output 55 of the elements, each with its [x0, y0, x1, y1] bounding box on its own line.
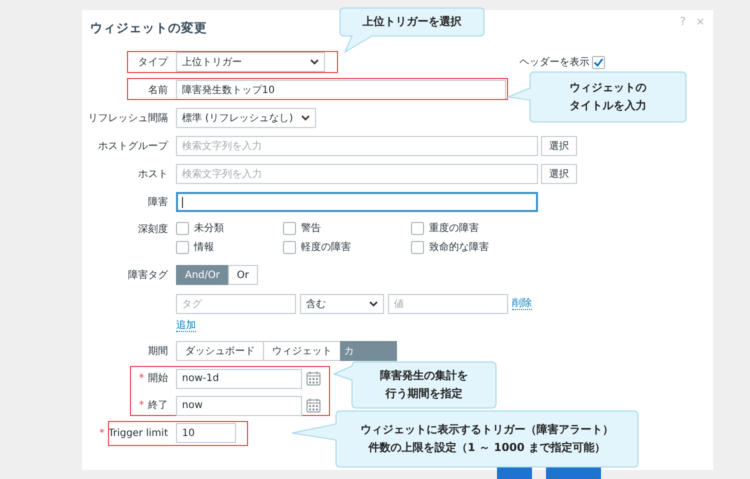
callout-text: ウィジェットに表示するトリガー（障害アラート） 件数の上限を設定（1 ～ 1000 まで指定可能） — [360, 422, 614, 456]
text-cursor — [182, 196, 183, 208]
field-label: タイプ — [138, 56, 168, 68]
field-label: 名前 — [148, 84, 168, 96]
toggle-button[interactable]: Or — [228, 265, 258, 285]
field-label: ホストグループ — [98, 140, 168, 152]
show-header-checkbox[interactable] — [592, 56, 605, 68]
field-label: Trigger limit — [108, 428, 168, 438]
callout-text: 障害発生の集計を 行う期間を指定 — [380, 368, 468, 402]
checkbox[interactable] — [176, 222, 189, 234]
field-label: 終了 — [148, 400, 168, 411]
add-link[interactable]: 追加 — [176, 320, 196, 332]
remove-link[interactable]: 削除 — [512, 298, 532, 310]
chevron-down-icon — [310, 59, 319, 65]
date-input[interactable]: now — [176, 396, 302, 416]
dialog-title: ウィジェットの変更 — [90, 18, 207, 37]
checkbox-label: 軽度の障害 — [301, 240, 351, 254]
chevron-down-icon — [369, 301, 378, 307]
checkbox-label: 未分類 — [194, 222, 224, 236]
period-tab[interactable]: ダッシュボード — [176, 341, 264, 361]
type-select[interactable]: 上位トリガー — [176, 52, 325, 72]
required-mark: * — [139, 373, 144, 384]
select-button[interactable]: 選択 — [541, 164, 577, 184]
date-input[interactable]: now-1d — [176, 368, 302, 388]
period-tab[interactable]: ウィジェット — [263, 341, 341, 361]
required-mark: * — [99, 428, 104, 438]
name-input[interactable]: 障害発生数トップ10 — [176, 80, 506, 100]
problem-field[interactable] — [176, 192, 538, 212]
trigger-limit-input[interactable]: 10 — [176, 423, 236, 443]
field-label: 障害タグ — [128, 270, 168, 280]
checkbox[interactable] — [283, 240, 296, 254]
checkbox-label: 警告 — [301, 222, 321, 236]
checkbox-label: 重度の障害 — [429, 222, 479, 236]
chevron-down-icon — [301, 115, 310, 121]
field-label: 開始 — [148, 373, 168, 384]
calendar-icon[interactable] — [306, 398, 321, 413]
checkbox-label: 致命的な障害 — [429, 240, 489, 254]
refresh-select[interactable]: 標準 (リフレッシュなし) — [176, 108, 316, 128]
required-mark: * — [139, 400, 144, 411]
select-button[interactable]: 選択 — [541, 136, 577, 156]
checkbox[interactable] — [411, 240, 424, 254]
callout-text: ウィジェットの タイトルを入力 — [570, 80, 646, 114]
checkbox[interactable] — [411, 222, 424, 234]
field-label: リフレッシュ間隔 — [88, 112, 168, 124]
show-header-label: ヘッダーを表示 — [520, 56, 590, 70]
checkbox-label: 情報 — [194, 240, 214, 254]
field-label: ホスト — [138, 168, 168, 180]
calendar-icon[interactable] — [306, 371, 321, 386]
field-label: 深刻度 — [138, 224, 168, 235]
field-label: 障害 — [148, 196, 168, 208]
operator-select[interactable]: 含む — [300, 294, 384, 314]
callout-text: 上位トリガーを選択 — [362, 14, 462, 30]
checkbox[interactable] — [176, 240, 189, 254]
checkbox[interactable] — [283, 222, 296, 234]
field-label: 期間 — [148, 346, 168, 356]
